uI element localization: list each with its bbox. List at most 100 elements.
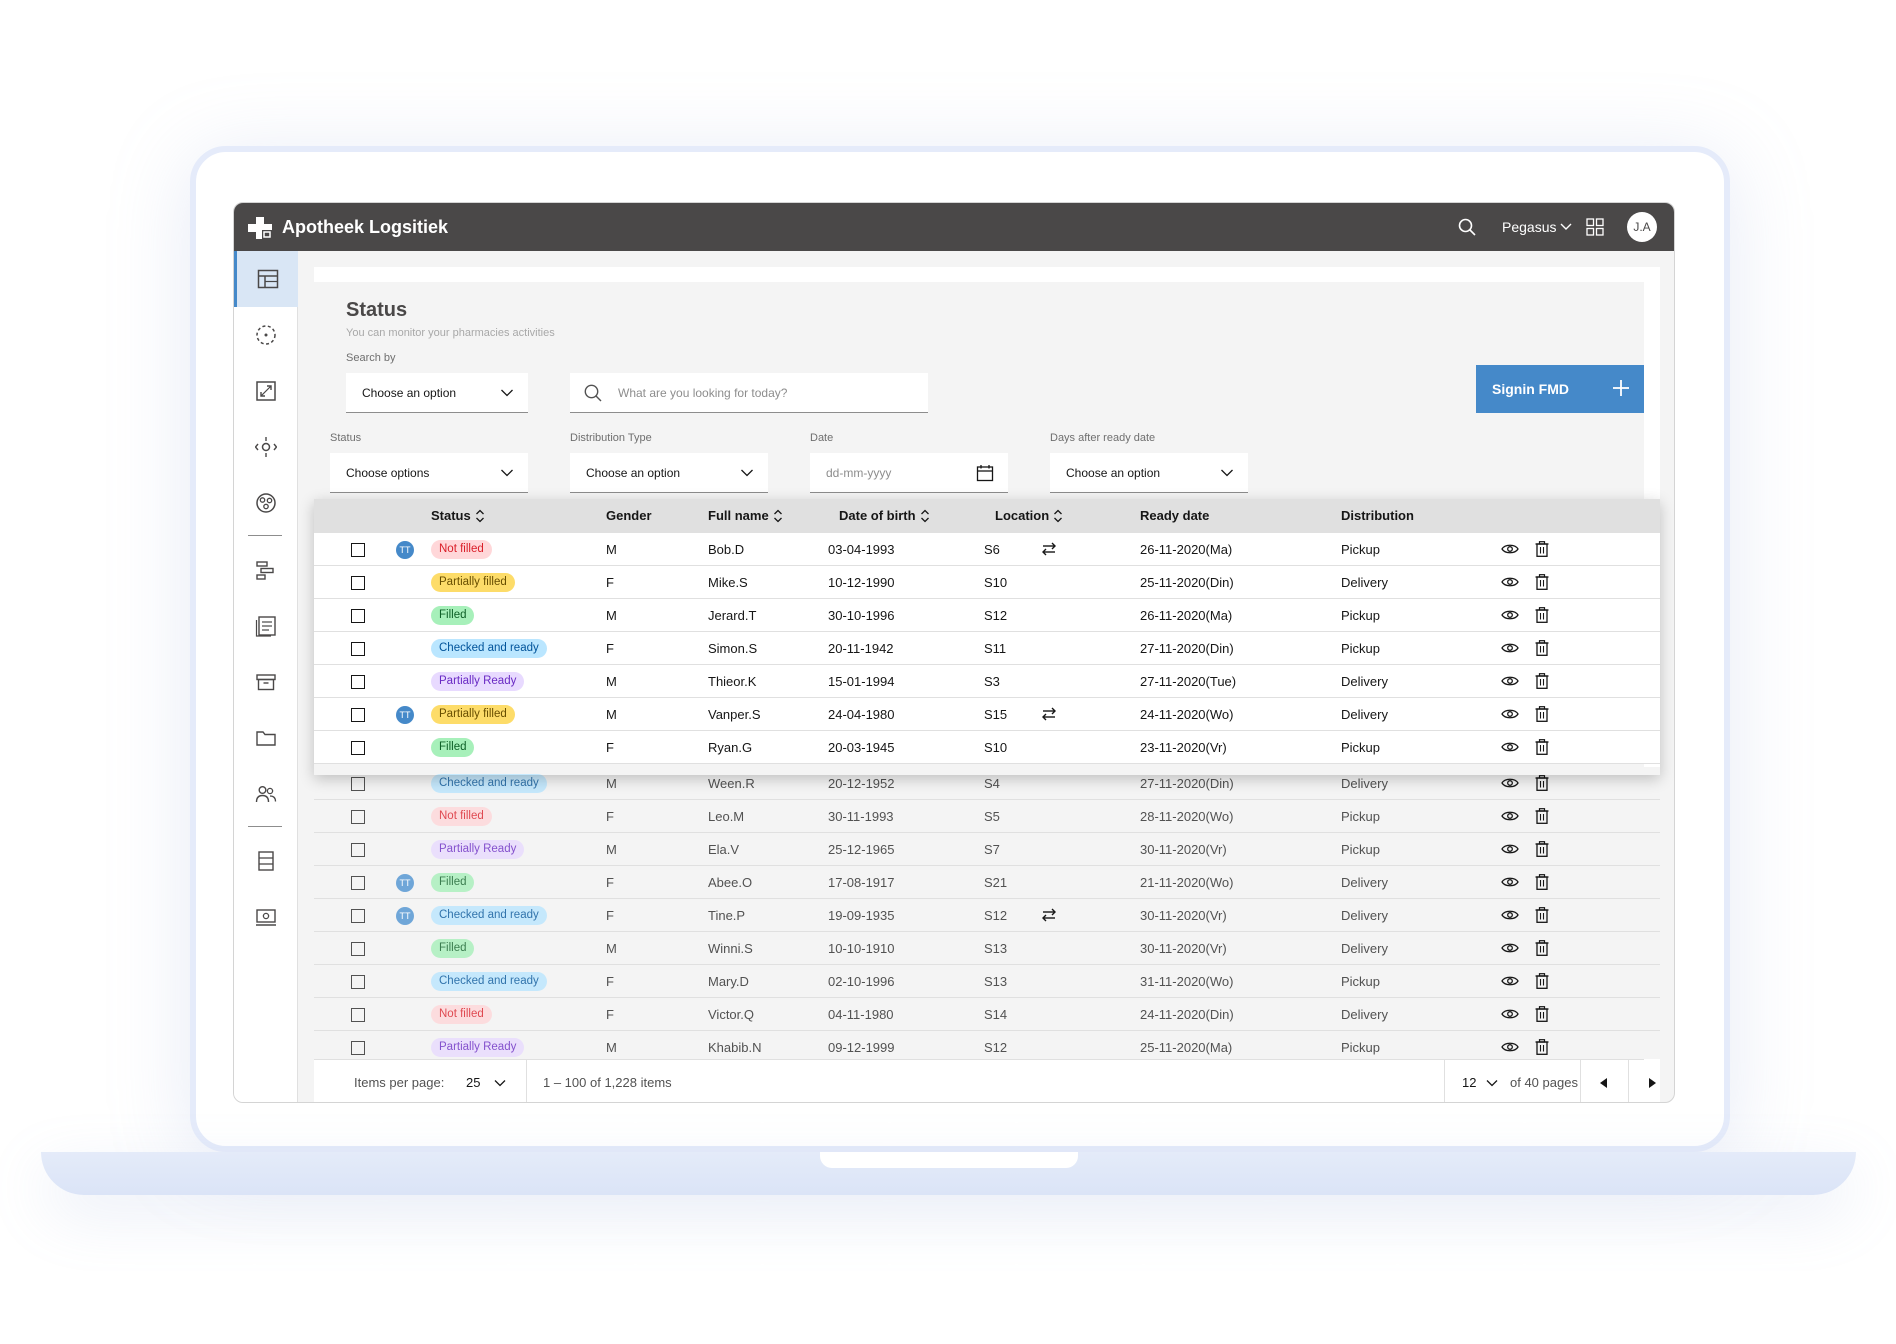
items-per-page-select[interactable]: 25	[466, 1060, 506, 1102]
previous-page-button[interactable]	[1580, 1060, 1628, 1102]
sidebar-item-folders[interactable]	[234, 710, 298, 766]
table-row[interactable]: TT Checked and ready F Tine.P 19-09-1935 S12 3…	[314, 899, 1660, 932]
status-filter-dropdown[interactable]: Choose options	[330, 453, 528, 493]
row-checkbox[interactable]	[351, 1041, 365, 1055]
eye-icon[interactable]	[1501, 1041, 1519, 1053]
table-row[interactable]: Not filled F Victor.Q 04-11-1980 S14 24-11-20…	[314, 998, 1660, 1031]
row-checkbox[interactable]	[351, 876, 365, 890]
row-checkbox[interactable]	[351, 708, 365, 722]
eye-icon[interactable]	[1501, 708, 1519, 720]
eye-icon[interactable]	[1501, 942, 1519, 954]
search-by-dropdown[interactable]: Choose an option	[346, 373, 528, 413]
next-page-button[interactable]	[1628, 1060, 1674, 1102]
sidebar-item-timeline[interactable]	[234, 542, 298, 598]
table-row[interactable]: Filled M Winni.S 10-10-1910 S13 30-11-2020(Vr…	[314, 932, 1660, 965]
row-checkbox[interactable]	[351, 642, 365, 656]
transfer-arrows-icon[interactable]	[1040, 707, 1058, 721]
table-row[interactable]: TT Partially filled M Vanper.S 24-04-1980 S15…	[314, 698, 1660, 731]
sidebar-item-network[interactable]	[234, 475, 298, 531]
transfer-arrows-icon[interactable]	[1040, 908, 1058, 922]
table-row[interactable]: Filled M Jerard.T 30-10-1996 S12 26-11-2020(M…	[314, 599, 1660, 632]
trash-icon[interactable]	[1535, 775, 1549, 791]
trash-icon[interactable]	[1535, 973, 1549, 989]
row-checkbox[interactable]	[351, 576, 365, 590]
sidebar-item-users[interactable]	[234, 766, 298, 822]
table-row[interactable]: Partially Ready M Ela.V 25-12-1965 S7 30-11-2…	[314, 833, 1660, 866]
row-checkbox[interactable]	[351, 741, 365, 755]
sidebar-item-archive[interactable]	[234, 654, 298, 710]
row-checkbox[interactable]	[351, 909, 365, 923]
trash-icon[interactable]	[1535, 1006, 1549, 1022]
trash-icon[interactable]	[1535, 808, 1549, 824]
eye-icon[interactable]	[1501, 642, 1519, 654]
eye-icon[interactable]	[1501, 609, 1519, 621]
avatar[interactable]: J.A	[1627, 212, 1657, 242]
table-row[interactable]: Checked and ready F Simon.S 20-11-1942 S11 27…	[314, 632, 1660, 665]
search-input[interactable]	[618, 385, 918, 400]
trash-icon[interactable]	[1535, 874, 1549, 890]
row-checkbox[interactable]	[351, 675, 365, 689]
eye-icon[interactable]	[1501, 741, 1519, 753]
sidebar-item-dashboard[interactable]	[234, 251, 298, 307]
row-checkbox[interactable]	[351, 810, 365, 824]
date-picker-field[interactable]: dd-mm-yyyy	[810, 453, 1008, 493]
table-row[interactable]: Partially Ready M Thieor.K 15-01-1994 S3 27-1…	[314, 665, 1660, 698]
table-row[interactable]: Filled F Ryan.G 20-03-1945 S10 23-11-2020(Vr)…	[314, 731, 1660, 764]
table-row[interactable]: Checked and ready F Mary.D 02-10-1996 S13 31-…	[314, 965, 1660, 998]
row-checkbox[interactable]	[351, 777, 365, 791]
sidebar-item-expand[interactable]	[234, 363, 298, 419]
trash-icon[interactable]	[1535, 706, 1549, 722]
eye-icon[interactable]	[1501, 543, 1519, 555]
distribution-type-dropdown[interactable]: Choose an option	[570, 453, 768, 493]
search-icon[interactable]	[1458, 218, 1476, 236]
column-header-status[interactable]: Status	[431, 508, 485, 523]
eye-icon[interactable]	[1501, 777, 1519, 789]
table-row[interactable]: Not filled F Leo.M 30-11-1993 S5 28-11-2020(W…	[314, 800, 1660, 833]
eye-icon[interactable]	[1501, 975, 1519, 987]
table-row[interactable]: Partially Ready M Khabib.N 09-12-1999 S12 25-…	[314, 1031, 1660, 1059]
eye-icon[interactable]	[1501, 576, 1519, 588]
sidebar-item-focus[interactable]	[234, 419, 298, 475]
trash-icon[interactable]	[1535, 640, 1549, 656]
column-header-location[interactable]: Location	[995, 508, 1063, 523]
sidebar-item-storage[interactable]	[234, 833, 298, 889]
row-checkbox[interactable]	[351, 942, 365, 956]
row-checkbox[interactable]	[351, 1008, 365, 1022]
table-row[interactable]: Partially filled F Mike.S 10-12-1990 S10 25-1…	[314, 566, 1660, 599]
eye-icon[interactable]	[1501, 1008, 1519, 1020]
trash-icon[interactable]	[1535, 940, 1549, 956]
calendar-icon[interactable]	[976, 464, 994, 482]
trash-icon[interactable]	[1535, 841, 1549, 857]
eye-icon[interactable]	[1501, 909, 1519, 921]
trash-icon[interactable]	[1535, 673, 1549, 689]
column-header-dob[interactable]: Date of birth	[839, 508, 930, 523]
sidebar-item-payments[interactable]	[234, 889, 298, 945]
signin-fmd-button[interactable]: Signin FMD	[1476, 365, 1644, 413]
eye-icon[interactable]	[1501, 810, 1519, 822]
trash-icon[interactable]	[1535, 1039, 1549, 1055]
row-checkbox[interactable]	[351, 609, 365, 623]
row-checkbox[interactable]	[351, 975, 365, 989]
table-row[interactable]: TT Filled F Abee.O 17-08-1917 S21 21-11-2020(W…	[314, 866, 1660, 899]
trash-icon[interactable]	[1535, 574, 1549, 590]
page-select[interactable]: 12	[1462, 1060, 1498, 1102]
search-field[interactable]	[570, 373, 928, 413]
table-row[interactable]: Checked and ready M Ween.R 20-12-1952 S4 27-1…	[314, 767, 1660, 800]
trash-icon[interactable]	[1535, 607, 1549, 623]
user-menu-dropdown[interactable]: Pegasus	[1502, 219, 1572, 235]
transfer-arrows-icon[interactable]	[1040, 542, 1058, 556]
sidebar-item-progress[interactable]	[234, 307, 298, 363]
eye-icon[interactable]	[1501, 675, 1519, 687]
eye-icon[interactable]	[1501, 876, 1519, 888]
row-checkbox[interactable]	[351, 843, 365, 857]
table-row[interactable]: TT Not filled M Bob.D 03-04-1993 S6 26-11-2020…	[314, 533, 1660, 566]
trash-icon[interactable]	[1535, 907, 1549, 923]
row-checkbox[interactable]	[351, 543, 365, 557]
app-switcher-grid-icon[interactable]	[1586, 218, 1604, 236]
trash-icon[interactable]	[1535, 739, 1549, 755]
eye-icon[interactable]	[1501, 843, 1519, 855]
sidebar-item-documents[interactable]	[234, 598, 298, 654]
days-after-ready-dropdown[interactable]: Choose an option	[1050, 453, 1248, 493]
trash-icon[interactable]	[1535, 541, 1549, 557]
column-header-full-name[interactable]: Full name	[708, 508, 783, 523]
